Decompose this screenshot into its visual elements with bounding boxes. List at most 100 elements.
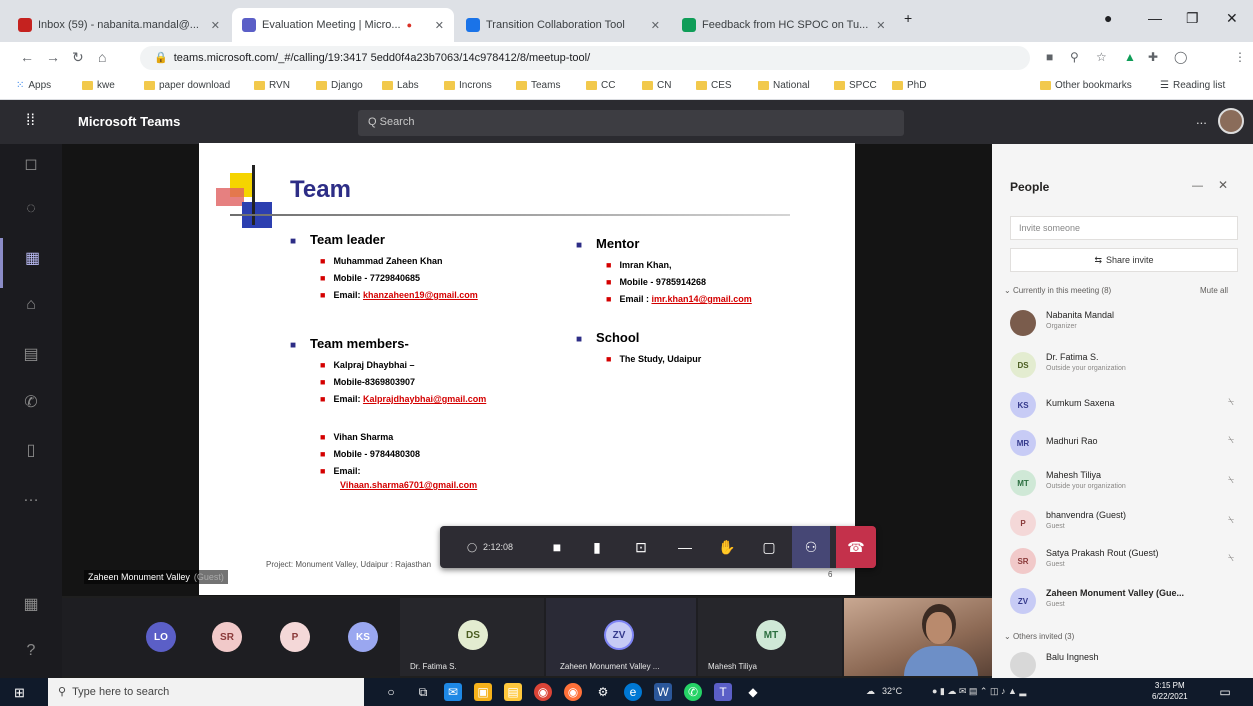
bookmark-folder[interactable]: Teams bbox=[516, 80, 560, 91]
avatar[interactable] bbox=[1218, 108, 1244, 134]
invite-input[interactable]: Invite someone bbox=[1010, 216, 1238, 240]
tab-teams-meeting[interactable]: Evaluation Meeting | Micro... ● ✕ bbox=[232, 8, 454, 42]
task-view-icon[interactable]: ⧉ bbox=[414, 683, 432, 701]
bookmark-folder[interactable]: kwe bbox=[82, 80, 115, 91]
app-icon[interactable]: ◆ bbox=[744, 683, 762, 701]
participant-row[interactable]: P bhanvendra (Guest) Guest ⍀ bbox=[1010, 506, 1246, 542]
reading-list[interactable]: ☰ Reading list bbox=[1160, 80, 1225, 91]
whatsapp-icon[interactable]: ✆ bbox=[684, 683, 702, 701]
bookmark-folder[interactable]: paper download bbox=[144, 80, 230, 91]
teams-icon[interactable]: ▦ bbox=[0, 238, 62, 288]
email-link[interactable]: Vihaan.sharma6701@gmail.com bbox=[340, 480, 477, 490]
raise-hand-icon[interactable]: ✋ bbox=[710, 526, 744, 568]
back-icon[interactable]: ← bbox=[20, 49, 34, 65]
files-icon[interactable]: ▯ bbox=[0, 430, 62, 480]
notification-icon[interactable]: ▭ bbox=[1216, 683, 1234, 701]
bookmark-folder[interactable]: CC bbox=[586, 80, 615, 91]
more-options-icon[interactable]: ... bbox=[1196, 112, 1207, 127]
taskbar-search-input[interactable]: ⚲ Type here to search bbox=[48, 678, 364, 706]
participant-row[interactable]: DS Dr. Fatima S. Outside your organizati… bbox=[1010, 348, 1246, 384]
close-icon[interactable]: ✕ bbox=[1218, 178, 1228, 192]
bookmark-folder[interactable]: RVN bbox=[254, 80, 290, 91]
teams-taskbar-icon[interactable]: T bbox=[714, 683, 732, 701]
settings-icon[interactable]: ⚙ bbox=[594, 683, 612, 701]
others-invited-header[interactable]: ⌄ Others invited (3) bbox=[1004, 632, 1074, 641]
bookmark-folder[interactable]: Django bbox=[316, 80, 363, 91]
mute-all-button[interactable]: Mute all bbox=[1200, 286, 1228, 295]
avatar-icon[interactable]: ◯ bbox=[1174, 50, 1187, 64]
apps-icon[interactable]: ▦ bbox=[0, 584, 62, 634]
self-video-tile[interactable] bbox=[844, 598, 992, 676]
activity-icon[interactable]: ◻ bbox=[0, 144, 62, 194]
popout-icon[interactable]: — bbox=[1192, 180, 1203, 192]
new-tab-button[interactable]: + bbox=[904, 10, 912, 26]
participants-icon[interactable]: ⚇ bbox=[792, 526, 830, 568]
share-icon[interactable]: ⊡ bbox=[624, 526, 658, 568]
firefox-icon[interactable]: ◉ bbox=[564, 683, 582, 701]
reload-icon[interactable]: ↻ bbox=[72, 49, 84, 66]
assignments-icon[interactable]: ⌂ bbox=[0, 286, 62, 336]
close-icon[interactable]: ✕ bbox=[643, 19, 660, 32]
camera-permission-icon[interactable]: ■ bbox=[1046, 50, 1053, 64]
participant-row[interactable]: MR Madhuri Rao ⍀ bbox=[1010, 426, 1246, 462]
bookmark-folder[interactable]: PhD bbox=[892, 80, 926, 91]
help-icon[interactable]: ? bbox=[0, 632, 62, 682]
close-icon[interactable]: ✕ bbox=[868, 19, 885, 32]
extension-icon[interactable]: ▲ bbox=[1124, 50, 1136, 64]
mail-icon[interactable]: ✉ bbox=[444, 683, 462, 701]
calls-icon[interactable]: ✆ bbox=[0, 382, 62, 432]
edge-icon[interactable]: e bbox=[624, 683, 642, 701]
bookmark-folder[interactable]: Incrons bbox=[444, 80, 492, 91]
bookmark-folder[interactable]: National bbox=[758, 80, 810, 91]
chat-icon[interactable]: ▢ bbox=[752, 526, 786, 568]
bookmark-folder[interactable]: CES bbox=[696, 80, 732, 91]
menu-icon[interactable]: ⋮ bbox=[1234, 50, 1246, 64]
cortana-icon[interactable]: ○ bbox=[382, 683, 400, 701]
search-input[interactable]: Q Search bbox=[358, 110, 904, 136]
bookmark-folder[interactable]: Labs bbox=[382, 80, 419, 91]
minimize-icon[interactable]: — bbox=[1148, 10, 1162, 26]
mic-icon[interactable]: ▮ bbox=[580, 526, 614, 568]
email-link[interactable]: Kalprajdhaybhai@gmail.com bbox=[363, 394, 486, 404]
participant-avatar[interactable]: SR bbox=[212, 622, 242, 652]
home-icon[interactable]: ⌂ bbox=[98, 49, 106, 65]
participant-avatar[interactable]: LO bbox=[146, 622, 176, 652]
weather-temp[interactable]: 32°C bbox=[882, 686, 902, 696]
hang-up-button[interactable]: ☎ bbox=[836, 526, 876, 568]
chat-icon[interactable]: ◌ bbox=[0, 190, 62, 240]
participant-avatar[interactable]: P bbox=[280, 622, 310, 652]
more-icon[interactable]: … bbox=[0, 478, 62, 528]
other-bookmarks[interactable]: Other bookmarks bbox=[1040, 80, 1132, 91]
puzzle-icon[interactable]: ✚ bbox=[1148, 50, 1158, 64]
participant-row[interactable]: SR Satya Prakash Rout (Guest) Guest ⍀ bbox=[1010, 544, 1246, 580]
file-explorer-icon[interactable]: ▤ bbox=[504, 683, 522, 701]
calendar-icon[interactable]: ▤ bbox=[0, 334, 62, 384]
star-icon[interactable]: ☆ bbox=[1096, 50, 1107, 64]
participant-avatar[interactable]: KS bbox=[348, 622, 378, 652]
forward-icon[interactable]: → bbox=[46, 49, 60, 65]
camera-icon[interactable]: ■ bbox=[540, 526, 574, 568]
bookmark-apps[interactable]: ⁙ Apps bbox=[16, 80, 51, 91]
app-launcher-icon[interactable]: ⁞⁞ bbox=[26, 112, 35, 130]
store-icon[interactable]: ▣ bbox=[474, 683, 492, 701]
bookmark-folder[interactable]: CN bbox=[642, 80, 671, 91]
tab-feedback[interactable]: Feedback from HC SPOC on Tu... ✕ bbox=[672, 8, 894, 42]
chrome-icon[interactable]: ◉ bbox=[534, 683, 552, 701]
in-meeting-header[interactable]: ⌄ Currently in this meeting (8) bbox=[1004, 286, 1111, 295]
bookmark-folder[interactable]: SPCC bbox=[834, 80, 877, 91]
participant-row[interactable]: MT Mahesh Tiliya Outside your organizati… bbox=[1010, 466, 1246, 502]
close-icon[interactable]: ✕ bbox=[203, 19, 220, 32]
share-invite-button[interactable]: ⇆ Share invite bbox=[1010, 248, 1238, 272]
tab-transition-tool[interactable]: Transition Collaboration Tool ✕ bbox=[456, 8, 670, 42]
participant-row[interactable]: Nabanita Mandal Organizer bbox=[1010, 306, 1246, 342]
close-icon[interactable]: ✕ bbox=[427, 19, 444, 32]
windows-start-icon[interactable]: ⊞ bbox=[14, 685, 25, 701]
tab-inbox[interactable]: Inbox (59) - nabanita.mandal@... ✕ bbox=[8, 8, 230, 42]
address-bar[interactable]: 🔒 teams.microsoft.com/_#/calling/19:3417 … bbox=[140, 46, 1030, 70]
zoom-icon[interactable]: ⚲ bbox=[1070, 50, 1079, 64]
profile-icon[interactable]: ● bbox=[1104, 10, 1112, 26]
email-link[interactable]: khanzaheen19@gmail.com bbox=[363, 290, 478, 300]
participant-row[interactable]: ZV Zaheen Monument Valley (Gue... Guest bbox=[1010, 584, 1246, 620]
taskbar-clock[interactable]: 3:15 PM 6/22/2021 bbox=[1152, 680, 1188, 702]
window-close-icon[interactable]: ✕ bbox=[1226, 10, 1238, 27]
